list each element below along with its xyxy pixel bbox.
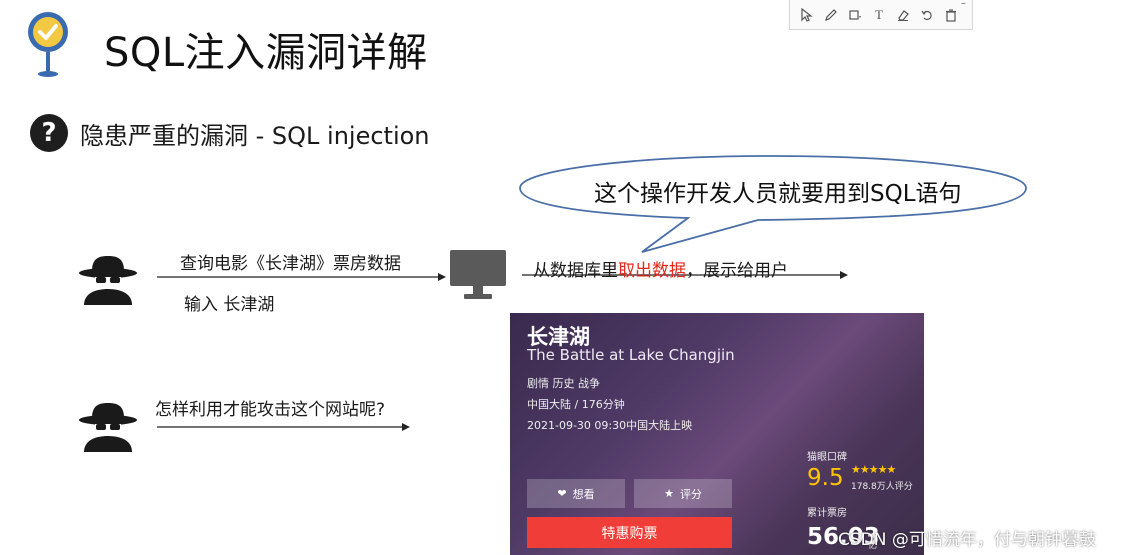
question-mark: ? xyxy=(41,118,57,148)
heart-icon: ❤ xyxy=(557,487,567,500)
movie-genres: 剧情 历史 战争 xyxy=(527,377,600,390)
arrow-attack xyxy=(157,423,410,431)
text-tool-label: T xyxy=(875,6,883,22)
pen-icon[interactable] xyxy=(820,4,842,26)
slide-subtitle: 隐患严重的漏洞 - SQL injection xyxy=(80,121,430,150)
hacker-icon xyxy=(79,256,137,305)
toolbar-minimize[interactable]: – xyxy=(961,0,966,9)
cursor-icon[interactable] xyxy=(796,4,818,26)
trash-icon[interactable] xyxy=(940,4,962,26)
result-highlight: 取出数据 xyxy=(618,261,686,281)
star-icon: ★ xyxy=(664,487,674,500)
movie-release: 2021-09-30 09:30中国大陆上映 xyxy=(527,419,693,432)
slide-title: SQL注入漏洞详解 xyxy=(104,30,428,76)
computer-monitor-icon xyxy=(450,250,506,299)
result-text-post: ，展示给用户 xyxy=(686,261,788,281)
rate-label: 评分 xyxy=(679,487,702,501)
buy-ticket-button[interactable]: 特惠购票 xyxy=(527,517,732,548)
movie-english-title: The Battle at Lake Changjin xyxy=(527,346,735,364)
rate-button[interactable]: ★ 评分 xyxy=(634,479,732,508)
movie-card: 长津湖 The Battle at Lake Changjin 剧情 历史 战争… xyxy=(510,313,924,555)
text-icon[interactable]: T xyxy=(868,4,890,26)
question-icon: ? xyxy=(30,114,68,152)
rating-stars: ★★★★★ xyxy=(851,463,896,476)
annotation-toolbar: T – xyxy=(789,0,973,30)
arrow-to-computer xyxy=(157,273,446,281)
box-office-title: 累计票房 xyxy=(807,508,847,519)
flow1-input-label: 输入 长津湖 xyxy=(184,295,275,315)
want-label: 想看 xyxy=(572,487,595,501)
flow1-query-label: 查询电影《长津湖》票房数据 xyxy=(180,254,401,274)
rating-title: 猫眼口碑 xyxy=(807,452,847,463)
hacker-icon xyxy=(79,403,137,452)
flow2-question-label: 怎样利用才能攻击这个网站呢? xyxy=(155,400,386,420)
flow1-result-label: 从数据库里取出数据，展示给用户 xyxy=(533,256,788,281)
rating-score: 9.5 xyxy=(807,465,844,491)
rating-count: 178.8万人评分 xyxy=(851,482,913,492)
rectangle-icon[interactable] xyxy=(844,4,866,26)
subtitle-row: ? 隐患严重的漏洞 - SQL injection xyxy=(30,114,430,152)
undo-icon[interactable] xyxy=(916,4,938,26)
movie-region-duration: 中国大陆 / 176分钟 xyxy=(527,398,625,411)
result-text-pre: 从数据库里 xyxy=(533,261,618,281)
watermark: CSDN @可惜流年，付与朝钟暮鼓 xyxy=(838,530,1096,550)
bubble-text: 这个操作开发人员就要用到SQL语句 xyxy=(594,181,962,207)
eraser-icon[interactable] xyxy=(892,4,914,26)
location-pin-icon xyxy=(28,12,68,77)
want-to-see-button[interactable]: ❤ 想看 xyxy=(527,479,625,508)
